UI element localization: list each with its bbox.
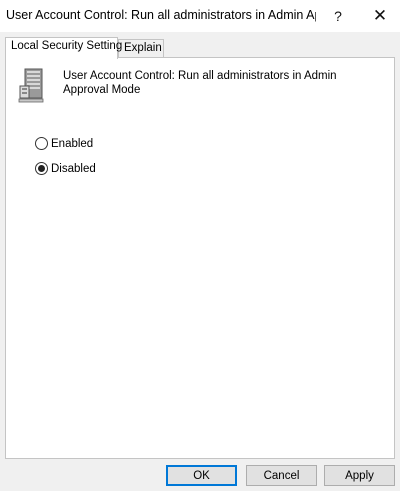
server-computer-icon	[18, 68, 44, 103]
apply-button[interactable]: Apply	[324, 465, 395, 486]
tab-explain[interactable]: Explain	[118, 39, 164, 58]
cancel-button[interactable]: Cancel	[246, 465, 317, 486]
title-bar: User Account Control: Run all administra…	[0, 0, 400, 32]
tab-strip: Local Security Setting Explain	[5, 37, 395, 59]
policy-title: User Account Control: Run all administra…	[63, 70, 337, 96]
disabled-label: Disabled	[51, 162, 96, 175]
ok-button[interactable]: OK	[166, 465, 237, 486]
enabled-label: Enabled	[51, 137, 94, 150]
disabled-option[interactable]: Disabled	[35, 162, 96, 175]
tab-local-security-setting[interactable]: Local Security Setting	[5, 37, 122, 59]
help-button[interactable]: ?	[316, 0, 360, 32]
enabled-option[interactable]: Enabled	[35, 137, 93, 150]
radio-selected-dot	[38, 165, 45, 172]
enabled-radio[interactable]	[35, 137, 48, 150]
window-title: User Account Control: Run all administra…	[6, 8, 316, 22]
disabled-radio[interactable]	[35, 162, 48, 175]
dialog-window: User Account Control: Run all administra…	[0, 0, 400, 491]
tab-panel: User Account Control: Run all administra…	[5, 57, 395, 459]
close-button[interactable]: ✕	[358, 0, 400, 32]
